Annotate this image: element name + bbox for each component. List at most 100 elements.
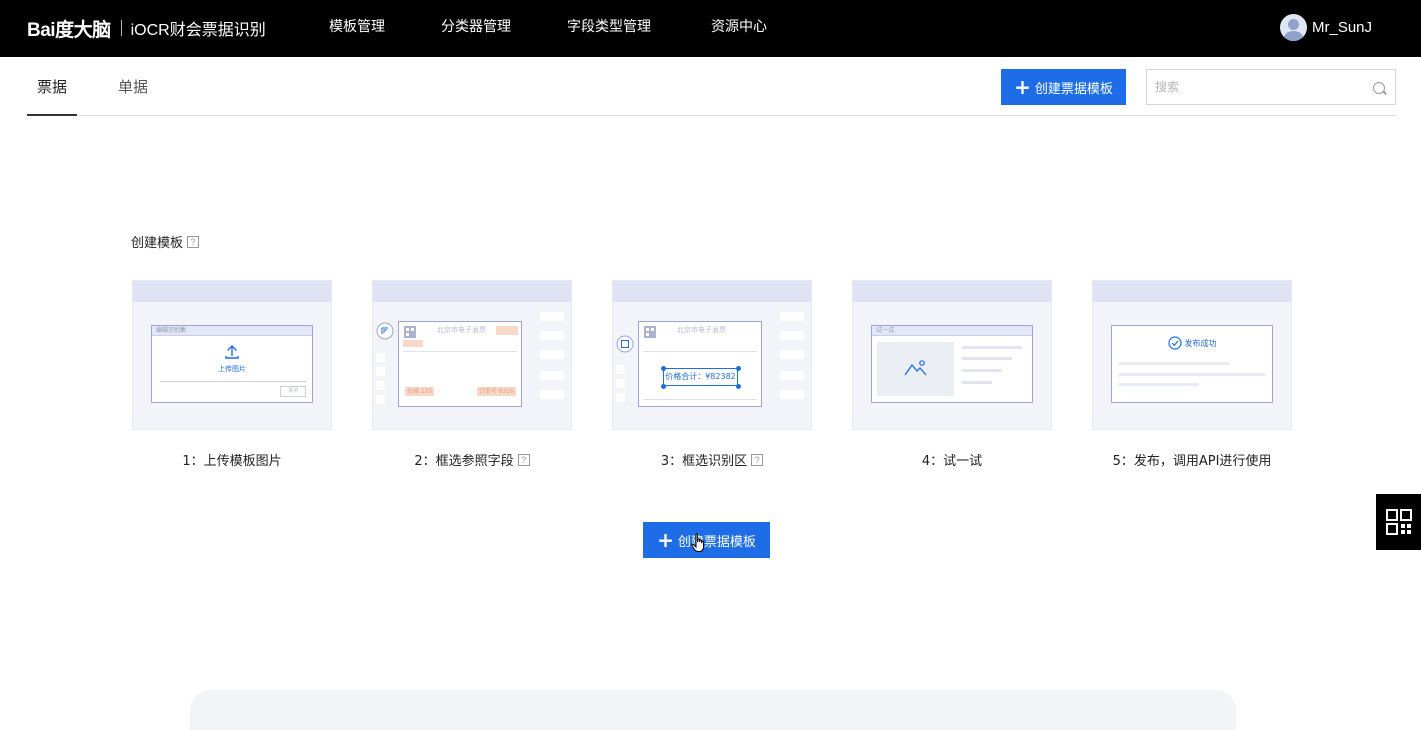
- selection-handle: [661, 366, 666, 371]
- image-placeholder: [877, 342, 954, 396]
- tool-stub: [376, 367, 385, 376]
- selection-handle: [736, 366, 741, 371]
- crop-tool-icon: [616, 335, 634, 353]
- step-label-text: 5：发布，调用API进行使用: [1112, 454, 1272, 469]
- tool-stub: [376, 395, 385, 404]
- search-input[interactable]: [1147, 70, 1357, 104]
- highlight-box: [403, 340, 423, 347]
- mini-divider: [160, 381, 306, 382]
- upload-text: 上传图片: [218, 365, 246, 373]
- step-card-try: 试一试: [852, 280, 1052, 430]
- qr-code-icon: [1385, 509, 1412, 535]
- step-label-3: 3：框选识别区 ?: [612, 450, 812, 469]
- step-label-2: 2：框选参照字段 ?: [372, 450, 572, 469]
- card-header: [853, 281, 1051, 302]
- help-icon[interactable]: ?: [751, 453, 764, 466]
- check-circle-icon: [1167, 336, 1182, 350]
- active-tab-indicator: [27, 114, 77, 116]
- step-label-text: 1：上传模板图片: [182, 454, 282, 469]
- side-stub: [540, 312, 564, 321]
- step-label-5: 5：发布，调用API进行使用: [1092, 450, 1292, 469]
- create-template-button[interactable]: + 创建票据模板: [1001, 69, 1126, 105]
- result-line: [962, 357, 1012, 360]
- search-icon[interactable]: [1373, 82, 1385, 94]
- api-line: [1119, 383, 1199, 386]
- side-stub: [780, 371, 804, 380]
- username: Mr_SunJ: [1312, 19, 1373, 36]
- api-line: [1119, 373, 1265, 376]
- step-card-upload: 编辑识别集 上传图片 关闭: [132, 280, 332, 430]
- upload-icon: [225, 345, 239, 359]
- invoice-line: [643, 399, 757, 400]
- card-header: [133, 281, 331, 302]
- qr-icon: [644, 326, 656, 338]
- result-line: [962, 369, 1002, 372]
- create-template-label: 创建票据模板: [1034, 81, 1113, 97]
- api-line: [1119, 362, 1229, 365]
- order-tag: 订单号 8326: [476, 387, 516, 396]
- mini-invoice: 北京市电子发票 价格 225 订单号 8326: [398, 321, 522, 407]
- baidu-logo: Bai度大脑: [27, 19, 111, 41]
- card-header: [613, 281, 811, 302]
- avatar: [1280, 14, 1307, 41]
- mini-invoice: 北京市电子发票 价格合计：¥82382: [638, 321, 762, 407]
- step-label-1: 1：上传模板图片: [132, 450, 332, 469]
- step-card-reference-field: 北京市电子发票 价格 225 订单号 8326: [372, 280, 572, 430]
- tab-receipts[interactable]: 票据: [37, 76, 67, 97]
- side-stub: [780, 390, 804, 399]
- tool-select-icon: [376, 322, 394, 340]
- step-card-publish: 发布成功: [1092, 280, 1292, 430]
- result-line: [962, 346, 1022, 349]
- plus-icon: +: [657, 528, 674, 552]
- mini-window-title: 试一试: [872, 326, 1032, 336]
- create-template-center-label: 创建票据模板: [677, 534, 756, 550]
- user-menu[interactable]: Mr_SunJ: [1280, 13, 1372, 42]
- side-stub: [780, 331, 804, 340]
- step-label-text: 4：试一试: [921, 454, 983, 469]
- product-name: iOCR财会票据识别: [130, 22, 266, 39]
- qr-icon: [404, 326, 416, 338]
- tool-stub: [376, 381, 385, 390]
- tool-stub: [376, 353, 385, 362]
- publish-success-text: 发布成功: [1184, 338, 1217, 348]
- plus-icon: +: [1014, 75, 1031, 99]
- nav-template-management[interactable]: 模板管理: [329, 0, 385, 57]
- bottom-panel: [190, 690, 1236, 730]
- image-icon: [904, 360, 927, 376]
- side-stub: [780, 312, 804, 321]
- close-text: 关闭: [280, 386, 306, 397]
- search-box: [1146, 69, 1396, 105]
- step-label-text: 2：框选参照字段: [414, 454, 514, 469]
- nav-field-type-management[interactable]: 字段类型管理: [567, 0, 651, 57]
- tool-stub: [616, 393, 625, 402]
- side-stub: [540, 350, 564, 359]
- tab-documents[interactable]: 单据: [118, 76, 148, 97]
- create-template-center-button[interactable]: + 创建票据模板: [643, 522, 770, 558]
- invoice-title: 北京市电子发票: [677, 326, 726, 334]
- side-stub: [540, 331, 564, 340]
- section-title-text: 创建模板: [131, 236, 184, 251]
- side-stub: [540, 390, 564, 399]
- logo[interactable]: Bai度大脑 iOCR财会票据识别: [27, 10, 266, 46]
- tabs-divider: [27, 115, 1396, 116]
- tool-stub: [616, 379, 625, 388]
- nav-resource-center[interactable]: 资源中心: [711, 0, 767, 57]
- mini-window-title: 编辑识别集: [152, 326, 312, 336]
- invoice-line: [643, 351, 757, 352]
- section-title: 创建模板 ?: [131, 232, 200, 251]
- mini-try-window: 试一试: [871, 325, 1033, 403]
- mini-upload-window: 编辑识别集 上传图片 关闭: [151, 325, 313, 403]
- card-header: [373, 281, 571, 302]
- card-header: [1093, 281, 1291, 302]
- price-tag: 价格 225: [405, 387, 435, 396]
- mini-publish-window: 发布成功: [1111, 325, 1273, 403]
- help-icon[interactable]: ?: [187, 235, 200, 248]
- nav-classifier-management[interactable]: 分类器管理: [441, 0, 511, 57]
- selection-handle: [661, 384, 666, 389]
- selection-handle: [736, 384, 741, 389]
- qr-code-button[interactable]: [1376, 494, 1421, 550]
- help-icon[interactable]: ?: [517, 453, 530, 466]
- publish-success: 发布成功: [1112, 336, 1272, 350]
- step-label-text: 3：框选识别区: [660, 454, 748, 469]
- invoice-title: 北京市电子发票: [437, 326, 486, 334]
